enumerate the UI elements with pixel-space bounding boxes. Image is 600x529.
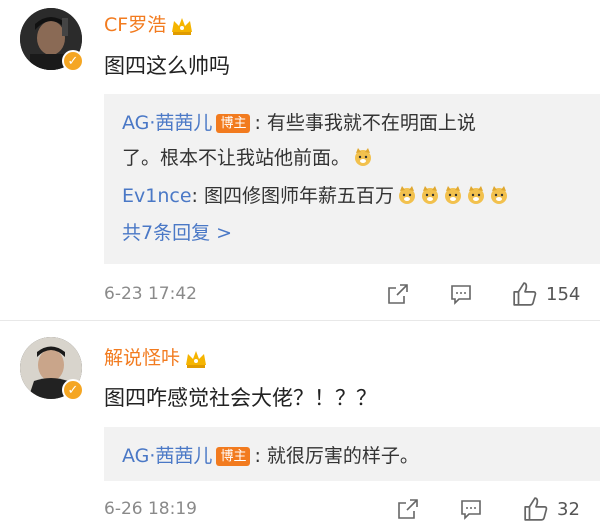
doge-emoji-icon (467, 186, 484, 204)
reply-author[interactable]: AG·茜茜儿 (122, 445, 212, 467)
avatar[interactable]: ✓ (20, 8, 84, 72)
doge-emoji-icon (398, 186, 415, 204)
share-icon[interactable] (396, 497, 420, 521)
username[interactable]: CF罗浩 (104, 10, 194, 37)
doge-emoji-icon (421, 186, 438, 204)
reply-author[interactable]: Ev1nce (122, 185, 192, 207)
more-replies-link[interactable]: 共7条回复 > (122, 218, 232, 245)
verified-badge-icon: ✓ (62, 50, 84, 72)
reply-text: 就很厉害的样子。 (266, 445, 419, 467)
comment-item: ✓ CF罗浩 图四这么帅吗 AG·茜茜儿 博主: 有些事我就不在明面上说 了。根本… (0, 0, 600, 320)
comment-icon[interactable] (459, 497, 483, 521)
comment-text: 图四咋感觉社会大佬？！？？ (104, 386, 377, 410)
doge-emoji-icon (355, 148, 372, 166)
reply-text: 图四修图师年薪五百万 (203, 185, 394, 207)
reply-text: 有些事我就不在明面上说 (266, 112, 476, 134)
thumbs-up-icon[interactable] (512, 281, 538, 307)
timestamp: 6-26 18:19 (104, 499, 197, 519)
reply-box[interactable]: AG·茜茜儿 博主: 有些事我就不在明面上说 了。根本不让我站他前面。 Ev1nc… (104, 94, 600, 264)
host-badge: 博主 (216, 114, 251, 133)
avatar[interactable]: ✓ (20, 337, 84, 401)
reply-box[interactable]: AG·茜茜儿 博主: 就很厉害的样子。 (104, 427, 600, 481)
comment-item: ✓ 解说怪咔 图四咋感觉社会大佬？！？？ AG·茜茜儿 博主: 就很厉害的样子。 … (0, 321, 600, 529)
reply-author[interactable]: AG·茜茜儿 (122, 112, 212, 134)
doge-emoji-icon (490, 186, 507, 204)
comment-text: 图四这么帅吗 (104, 54, 230, 78)
timestamp: 6-23 17:42 (104, 284, 197, 304)
like-count: 154 (546, 284, 581, 305)
verified-badge-icon: ✓ (62, 379, 84, 401)
reply-text-continued: 了。根本不让我站他前面。 (122, 143, 373, 170)
crown-icon (172, 17, 193, 35)
crown-icon (186, 350, 207, 368)
reply-item: AG·茜茜儿 博主: 有些事我就不在明面上说 (122, 112, 476, 134)
reply-item: AG·茜茜儿 博主: 就很厉害的样子。 (122, 445, 419, 467)
like-count: 32 (557, 499, 580, 520)
comment-icon[interactable] (449, 282, 473, 306)
reply-item: Ev1nce: 图四修图师年薪五百万 (122, 181, 509, 208)
share-icon[interactable] (386, 282, 410, 306)
doge-emoji-icon (444, 186, 461, 204)
thumbs-up-icon[interactable] (523, 496, 549, 522)
username[interactable]: 解说怪咔 (104, 343, 208, 370)
host-badge: 博主 (216, 447, 251, 466)
